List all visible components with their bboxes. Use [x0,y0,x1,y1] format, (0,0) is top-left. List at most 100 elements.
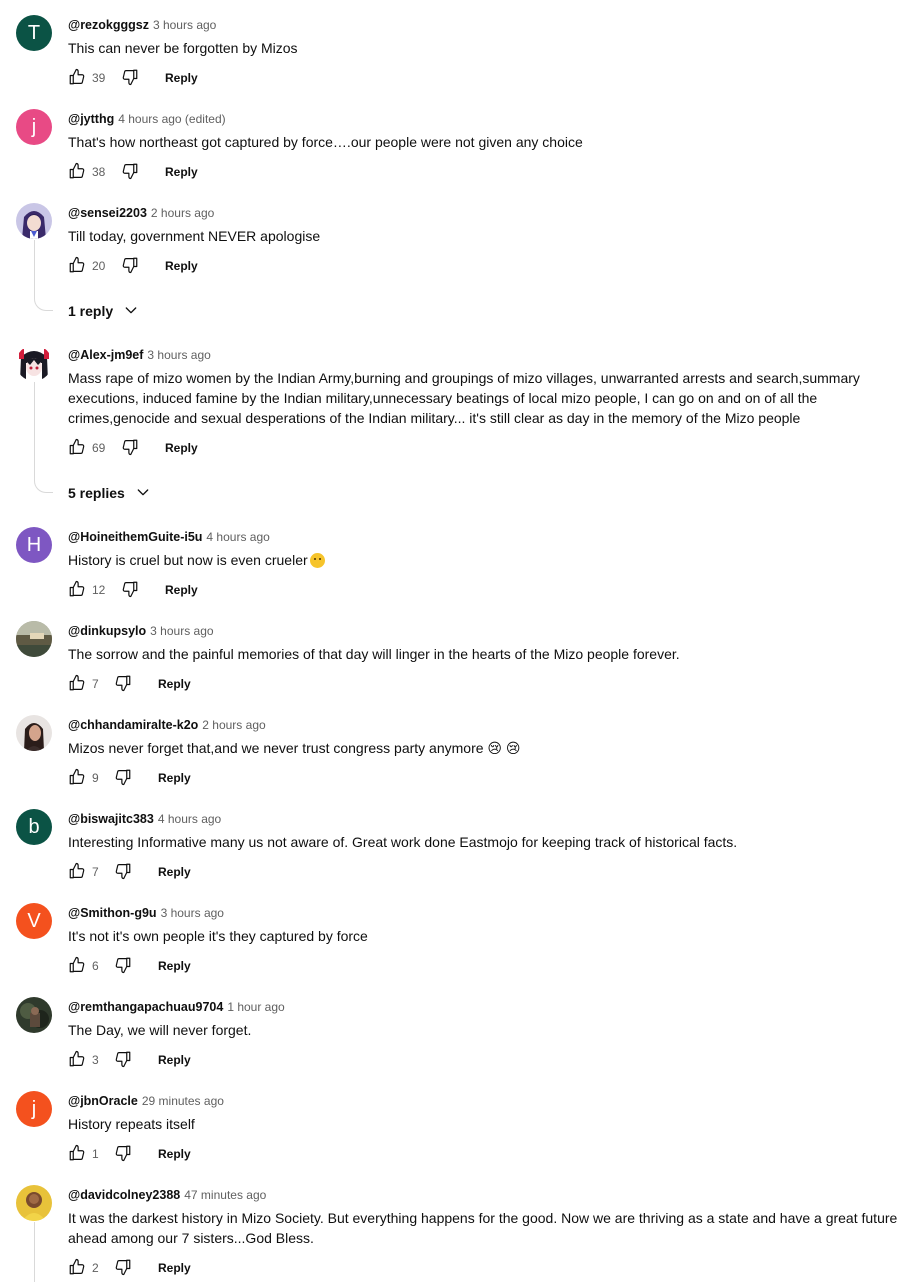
thumbs-down-icon[interactable] [121,68,139,86]
thumbs-up-icon[interactable] [68,1144,86,1162]
avatar[interactable] [16,621,52,657]
comment-actions: 12 Reply [68,580,368,600]
thumbs-down-icon[interactable] [114,768,132,786]
thumbs-down-icon[interactable] [121,162,139,180]
like-count: 1 [92,1147,99,1161]
comment-time[interactable]: 4 hours ago [158,812,221,826]
like-count: 2 [92,1261,99,1275]
avatar[interactable]: b [16,809,52,845]
avatar[interactable]: T [16,15,52,51]
reply-button[interactable]: Reply [165,440,198,456]
thumbs-up-icon[interactable] [68,162,86,180]
thumbs-down-icon[interactable] [114,956,132,974]
thumbs-up-icon[interactable] [68,1258,86,1276]
comment-header: @jytthg 4 hours ago (edited) [68,111,226,127]
author-name[interactable]: @HoineithemGuite-i5u [68,530,202,544]
thumbs-up-icon[interactable] [68,438,86,456]
thumbs-down-icon[interactable] [114,1050,132,1068]
chevron-down-icon [123,302,139,323]
comment-header: @dinkupsylo 3 hours ago [68,623,214,639]
author-name[interactable]: @sensei2203 [68,206,147,220]
thumbs-up-icon[interactable] [68,1050,86,1068]
author-name[interactable]: @biswajitc383 [68,812,154,826]
comment-header: @sensei2203 2 hours ago [68,205,214,221]
reply-button[interactable]: Reply [158,676,191,692]
avatar[interactable]: j [16,1091,52,1127]
author-name[interactable]: @Alex-jm9ef [68,348,143,362]
comment-actions: 69 Reply [68,438,368,458]
thumbs-down-icon[interactable] [114,1144,132,1162]
comment-time[interactable]: 3 hours ago [153,18,216,32]
avatar[interactable] [16,345,52,381]
comment-time[interactable]: 3 hours ago [147,348,210,362]
author-name[interactable]: @chhandamiralte-k2o [68,718,198,732]
thumbs-up-icon[interactable] [68,580,86,598]
author-name[interactable]: @dinkupsylo [68,624,146,638]
comment-actions: 20 Reply [68,256,368,276]
reply-button[interactable]: Reply [158,770,191,786]
comment-time[interactable]: 3 hours ago [150,624,213,638]
avatar[interactable]: H [16,527,52,563]
like-count: 38 [92,165,106,179]
thread-line [34,1222,53,1282]
avatar[interactable] [16,203,52,239]
avatar[interactable] [16,715,52,751]
view-replies-button[interactable]: 1 reply [68,301,139,323]
thumbs-down-icon[interactable] [114,862,132,880]
comment-header: @biswajitc383 4 hours ago [68,811,221,827]
avatar-letter: H [26,534,42,556]
avatar[interactable]: V [16,903,52,939]
reply-button[interactable]: Reply [158,1260,191,1276]
reply-button[interactable]: Reply [158,958,191,974]
reply-button[interactable]: Reply [158,1146,191,1162]
like-count: 7 [92,677,99,691]
author-name[interactable]: @Smithon-g9u [68,906,157,920]
author-name[interactable]: @jytthg [68,112,114,126]
smiling-tear-emoji-icon [309,553,325,568]
author-name[interactable]: @remthangapachuau9704 [68,1000,223,1014]
thumbs-down-icon[interactable] [121,256,139,274]
thumbs-up-icon[interactable] [68,256,86,274]
thumbs-down-icon[interactable] [121,580,139,598]
reply-button[interactable]: Reply [165,258,198,274]
thumbs-up-icon[interactable] [68,68,86,86]
avatar[interactable] [16,997,52,1033]
comment-header: @Smithon-g9u 3 hours ago [68,905,224,921]
thumbs-up-icon[interactable] [68,862,86,880]
comment-time[interactable]: 3 hours ago [161,906,224,920]
like-count: 12 [92,583,106,597]
comment-header: @chhandamiralte-k2o 2 hours ago [68,717,266,733]
replies-label: 5 replies [68,485,125,501]
view-replies-button[interactable]: 5 replies [68,483,151,505]
avatar-letter: T [27,22,41,44]
comment-time[interactable]: 47 minutes ago [184,1188,266,1202]
author-name[interactable]: @davidcolney2388 [68,1188,180,1202]
comment-actions: 9 Reply [68,768,368,788]
comment-actions: 7 Reply [68,862,368,882]
comment-text: History is cruel but now is even crueler [68,550,900,570]
reply-button[interactable]: Reply [158,864,191,880]
reply-button[interactable]: Reply [165,70,198,86]
thumbs-up-icon[interactable] [68,768,86,786]
comment-actions: 3 Reply [68,1050,368,1070]
reply-button[interactable]: Reply [158,1052,191,1068]
reply-button[interactable]: Reply [165,164,198,180]
avatar[interactable] [16,1185,52,1221]
thumbs-down-icon[interactable] [114,674,132,692]
comment-time[interactable]: 1 hour ago [227,1000,284,1014]
avatar[interactable]: j [16,109,52,145]
comment-text: It's not it's own people it's they captu… [68,928,368,944]
comment-time[interactable]: 29 minutes ago [142,1094,224,1108]
thumbs-up-icon[interactable] [68,956,86,974]
comment-time[interactable]: 2 hours ago [202,718,265,732]
thumbs-down-icon[interactable] [121,438,139,456]
comment-time[interactable]: 2 hours ago [151,206,214,220]
thumbs-down-icon[interactable] [114,1258,132,1276]
comment-time[interactable]: 4 hours ago (edited) [118,112,225,126]
author-name[interactable]: @rezokgggsz [68,18,149,32]
comment-time[interactable]: 4 hours ago [206,530,269,544]
reply-button[interactable]: Reply [165,582,198,598]
comment-text: Interesting Informative many us not awar… [68,834,738,850]
thumbs-up-icon[interactable] [68,674,86,692]
author-name[interactable]: @jbnOracle [68,1094,138,1108]
